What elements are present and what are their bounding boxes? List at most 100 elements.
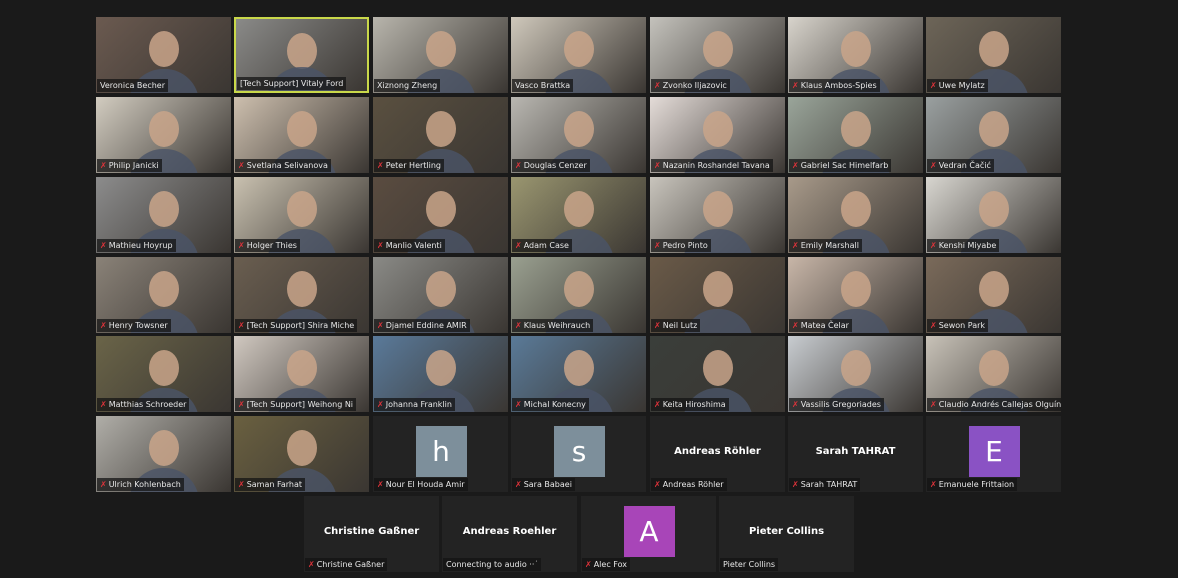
participant-face <box>840 191 871 227</box>
name-tag: ✗ [Tech Support] Shira Miche <box>235 319 358 332</box>
participant-tile[interactable]: ✗ Svetlana Selivanova <box>234 97 369 173</box>
name-tag: [Tech Support] Vitaly Ford <box>237 77 347 90</box>
participant-tile[interactable]: ✗ Neil Lutz <box>650 257 785 333</box>
participant-face <box>425 350 456 386</box>
mic-muted-icon: ✗ <box>100 241 107 250</box>
participant-tile[interactable]: ✗ Klaus Ambos-Spies <box>788 17 923 93</box>
participant-tile[interactable]: ✗ Henry Towsner <box>96 257 231 333</box>
participant-tile[interactable]: ✗ Peter Hertling <box>373 97 508 173</box>
participant-tile[interactable]: E ✗ Emanuele Frittaion <box>926 416 1061 492</box>
participant-tile[interactable]: Vasco Brattka <box>511 17 646 93</box>
participant-tile[interactable]: ✗ Matthias Schroeder <box>96 336 231 412</box>
participant-name: Claudio Andrés Callejas Olguín <box>938 400 1061 409</box>
participant-tile[interactable]: ✗ Vassilis Gregoriades <box>788 336 923 412</box>
participant-tile[interactable]: ✗ Kenshi Miyabe <box>926 177 1061 253</box>
participant-face <box>978 191 1009 227</box>
name-tag: ✗ Klaus Weihrauch <box>512 319 594 332</box>
participant-tile[interactable]: ✗ Adam Case <box>511 177 646 253</box>
participant-tile[interactable]: ✗ Gabriel Sac Himelfarb <box>788 97 923 173</box>
participant-tile[interactable]: s ✗ Sara Babaei <box>511 416 646 492</box>
participant-tile[interactable]: ✗ Emily Marshall <box>788 177 923 253</box>
participant-tile[interactable]: ✗ Keita Hiroshima <box>650 336 785 412</box>
participant-tile[interactable]: ✗ Claudio Andrés Callejas Olguín <box>926 336 1061 412</box>
participant-tile[interactable]: ✗ Pedro Pinto <box>650 177 785 253</box>
mic-muted-icon: ✗ <box>100 400 107 409</box>
participant-tile[interactable]: Veronica Becher <box>96 17 231 93</box>
mic-muted-icon: ✗ <box>930 400 937 409</box>
mic-muted-icon: ✗ <box>930 161 937 170</box>
name-tag: ✗ Andreas Röhler <box>651 478 727 491</box>
participant-name: [Tech Support] Weihong Ni <box>246 400 354 409</box>
participant-tile[interactable]: ✗ Johanna Franklin <box>373 336 508 412</box>
participant-face <box>978 271 1009 307</box>
participant-tile[interactable]: ✗ [Tech Support] Shira Miche <box>234 257 369 333</box>
participant-tile[interactable]: h ✗ Nour El Houda Amir <box>373 416 508 492</box>
participant-face <box>286 33 317 69</box>
mic-muted-icon: ✗ <box>515 321 522 330</box>
participant-tile[interactable]: Pieter Collins Pieter Collins <box>719 496 854 572</box>
name-tag: ✗ Keita Hiroshima <box>651 398 729 411</box>
participant-tile[interactable]: ✗ Philip Janicki <box>96 97 231 173</box>
mic-muted-icon: ✗ <box>515 161 522 170</box>
name-tag: ✗ Sewon Park <box>927 319 989 332</box>
participant-tile[interactable]: Xiznong Zheng <box>373 17 508 93</box>
name-tag: ✗ [Tech Support] Weihong Ni <box>235 398 357 411</box>
participant-name: Holger Thies <box>246 241 297 250</box>
name-tag: ✗ Neil Lutz <box>651 319 701 332</box>
participant-tile[interactable]: ✗ Mathieu Hoyrup <box>96 177 231 253</box>
mic-muted-icon: ✗ <box>930 241 937 250</box>
participant-tile[interactable]: ✗ Sewon Park <box>926 257 1061 333</box>
participant-tile[interactable]: ✗ Klaus Weihrauch <box>511 257 646 333</box>
participant-tile[interactable]: ✗ Manlio Valenti <box>373 177 508 253</box>
participant-name: Johanna Franklin <box>385 400 452 409</box>
participant-tile[interactable]: ✗ Djamel Eddine AMIR <box>373 257 508 333</box>
participant-face <box>148 31 179 67</box>
name-tag: ✗ Mathieu Hoyrup <box>97 239 176 252</box>
name-tag: ✗ Kenshi Miyabe <box>927 239 1000 252</box>
participant-tile[interactable]: A ✗ Alec Fox <box>581 496 716 572</box>
participant-name: Xiznong Zheng <box>377 81 438 90</box>
name-tag: Vasco Brattka <box>512 79 574 92</box>
participant-name: Vassilis Gregoriades <box>800 400 881 409</box>
participant-name: Philip Janicki <box>108 161 159 170</box>
participant-tile[interactable]: Andreas Röhler ✗ Andreas Röhler <box>650 416 785 492</box>
mic-muted-icon: ✗ <box>654 400 661 409</box>
participant-face <box>425 271 456 307</box>
participant-tile[interactable]: ✗ Douglas Cenzer <box>511 97 646 173</box>
name-tag: ✗ Sarah TAHRAT <box>789 478 861 491</box>
participant-name: Christine Gaßner <box>316 560 385 569</box>
participant-face <box>148 191 179 227</box>
participant-face <box>840 31 871 67</box>
participant-tile[interactable]: ✗ Saman Farhat <box>234 416 369 492</box>
participant-face <box>148 111 179 147</box>
participant-tile[interactable]: ✗ Nazanin Roshandel Tavana <box>650 97 785 173</box>
participant-tile[interactable]: ✗ Uwe Mylatz <box>926 17 1061 93</box>
participant-name: Douglas Cenzer <box>523 161 587 170</box>
participant-name: Vedran Čačić <box>938 161 991 170</box>
participant-tile[interactable]: [Tech Support] Vitaly Ford <box>234 17 369 93</box>
participant-name: Klaus Ambos-Spies <box>800 81 877 90</box>
participant-name: Alec Fox <box>593 560 627 569</box>
participant-name: Nazanin Roshandel Tavana <box>662 161 770 170</box>
participant-tile[interactable]: ✗ Zvonko Iljazovic <box>650 17 785 93</box>
mic-muted-icon: ✗ <box>308 560 315 569</box>
mic-muted-icon: ✗ <box>792 400 799 409</box>
participant-face <box>563 350 594 386</box>
display-name: Sarah TAHRAT <box>815 446 896 457</box>
display-name: Christine Gaßner <box>323 526 420 537</box>
mic-muted-icon: ✗ <box>930 480 937 489</box>
participant-tile[interactable]: ✗ Ulrich Kohlenbach <box>96 416 231 492</box>
name-tag: ✗ Vedran Čačić <box>927 159 994 172</box>
participant-face <box>840 271 871 307</box>
participant-face <box>978 111 1009 147</box>
participant-tile[interactable]: Sarah TAHRAT ✗ Sarah TAHRAT <box>788 416 923 492</box>
participant-tile[interactable]: ✗ Michal Konecny <box>511 336 646 412</box>
participant-tile[interactable]: ✗ Vedran Čačić <box>926 97 1061 173</box>
participant-tile[interactable]: Andreas Roehler Connecting to audio ··˙ <box>442 496 577 572</box>
participant-tile[interactable]: ✗ [Tech Support] Weihong Ni <box>234 336 369 412</box>
participant-name: Klaus Weihrauch <box>523 321 591 330</box>
mic-muted-icon: ✗ <box>100 161 107 170</box>
participant-tile[interactable]: ✗ Holger Thies <box>234 177 369 253</box>
participant-tile[interactable]: ✗ Matea Čelar <box>788 257 923 333</box>
participant-tile[interactable]: Christine Gaßner ✗ Christine Gaßner <box>304 496 439 572</box>
